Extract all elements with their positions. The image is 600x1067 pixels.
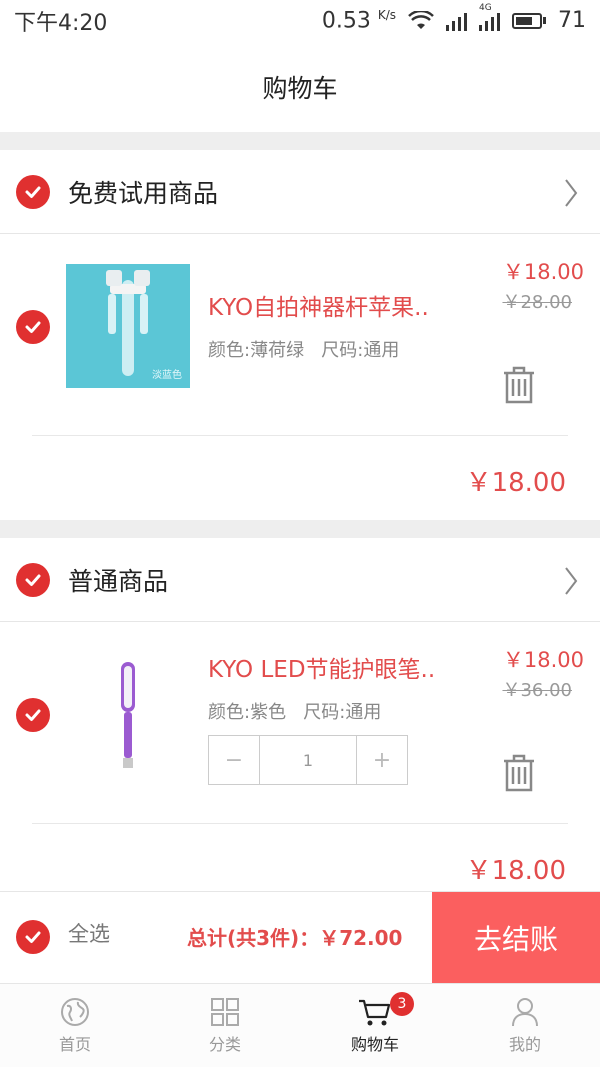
increase-button[interactable]: + [357, 736, 407, 784]
tab-cart[interactable]: 购物车 3 [300, 984, 450, 1067]
tab-label: 购物车 [350, 1034, 399, 1054]
tab-label: 分类 [208, 1034, 241, 1054]
check-icon [25, 321, 41, 333]
decrease-button[interactable]: − [209, 736, 259, 784]
section-gap [0, 520, 600, 538]
section-subtotal: ￥18.00 [465, 856, 566, 886]
tab-label: 首页 [58, 1034, 91, 1054]
status-time: 下午4:20 [14, 11, 108, 36]
divider [32, 435, 568, 436]
signal-4g-icon: 4G [479, 3, 500, 31]
section-free-trial[interactable]: 免费试用商品 [0, 150, 600, 234]
product-price: ￥18.00 [502, 648, 584, 672]
quantity-input[interactable]: 1 [259, 736, 357, 784]
status-bar: 下午4:20 0.53 K/s 4G 71 [0, 0, 600, 42]
battery-level: 71 [558, 8, 586, 34]
total-amount: 总计(共3件)：￥72.00 [187, 926, 403, 950]
image-caption: 淡蓝色 [152, 368, 182, 381]
section-title: 免费试用商品 [68, 178, 219, 208]
section-checkbox[interactable] [16, 562, 50, 597]
checkout-button[interactable]: 去结账 [432, 892, 600, 984]
item-checkbox[interactable] [16, 698, 50, 732]
trash-icon[interactable] [502, 754, 536, 792]
chevron-right-icon[interactable] [564, 178, 578, 208]
chevron-right-icon[interactable] [564, 566, 578, 596]
trash-icon[interactable] [502, 366, 536, 404]
bottom-tab-bar: 首页 分类 购物车 3 我的 [0, 983, 600, 1067]
product-attributes: 颜色:紫色 尺码:通用 [208, 702, 382, 723]
tab-label: 我的 [508, 1034, 541, 1054]
globe-icon [61, 997, 89, 1026]
cart-icon [359, 999, 391, 1025]
section-title: 普通商品 [68, 566, 169, 596]
quantity-stepper: − 1 + [208, 735, 408, 785]
item-checkbox[interactable] [16, 310, 50, 344]
select-all-checkbox[interactable] [16, 920, 50, 954]
cart-count-badge: 3 [390, 992, 414, 1016]
product-name[interactable]: KYO自拍神器杆苹果.. [208, 288, 429, 322]
select-all-label[interactable]: 全选 [68, 918, 110, 948]
checkout-bar: 全选 总计(共3件)：￥72.00 去结账 [0, 891, 600, 984]
battery-icon [512, 12, 546, 29]
check-icon [25, 186, 41, 198]
page-title: 购物车 [262, 74, 338, 103]
wifi-icon [408, 10, 434, 29]
tab-profile[interactable]: 我的 [450, 984, 600, 1067]
cart-item: 淡蓝色 KYO自拍神器杆苹果.. 颜色:薄荷绿 尺码:通用 ￥18.00 ￥28… [0, 234, 600, 520]
section-gap [0, 132, 600, 150]
product-attributes: 颜色:薄荷绿 尺码:通用 [208, 340, 400, 361]
tab-home[interactable]: 首页 [0, 984, 150, 1067]
section-regular[interactable]: 普通商品 [0, 538, 600, 622]
check-icon [25, 574, 41, 586]
user-icon [512, 997, 538, 1026]
product-original-price: ￥28.00 [502, 292, 572, 313]
divider [32, 823, 568, 824]
product-image-selfie-stick[interactable]: 淡蓝色 [66, 264, 190, 388]
product-original-price: ￥36.00 [502, 680, 572, 701]
grid-icon [211, 997, 239, 1026]
tab-category[interactable]: 分类 [150, 984, 300, 1067]
status-indicators: 0.53 K/s 4G 71 [321, 3, 586, 34]
network-speed: 0.53 K/s [321, 8, 396, 34]
check-icon [25, 931, 41, 943]
section-checkbox[interactable] [16, 174, 50, 209]
cart-item: KYO LED节能护眼笔.. 颜色:紫色 尺码:通用 − 1 + ￥18.00 … [0, 622, 600, 891]
section-subtotal: ￥18.00 [465, 468, 566, 498]
product-image-led-lamp[interactable] [66, 652, 190, 776]
check-icon [25, 709, 41, 721]
product-price: ￥18.00 [502, 260, 584, 284]
product-name[interactable]: KYO LED节能护眼笔.. [208, 650, 435, 684]
signal-icon [446, 11, 467, 31]
